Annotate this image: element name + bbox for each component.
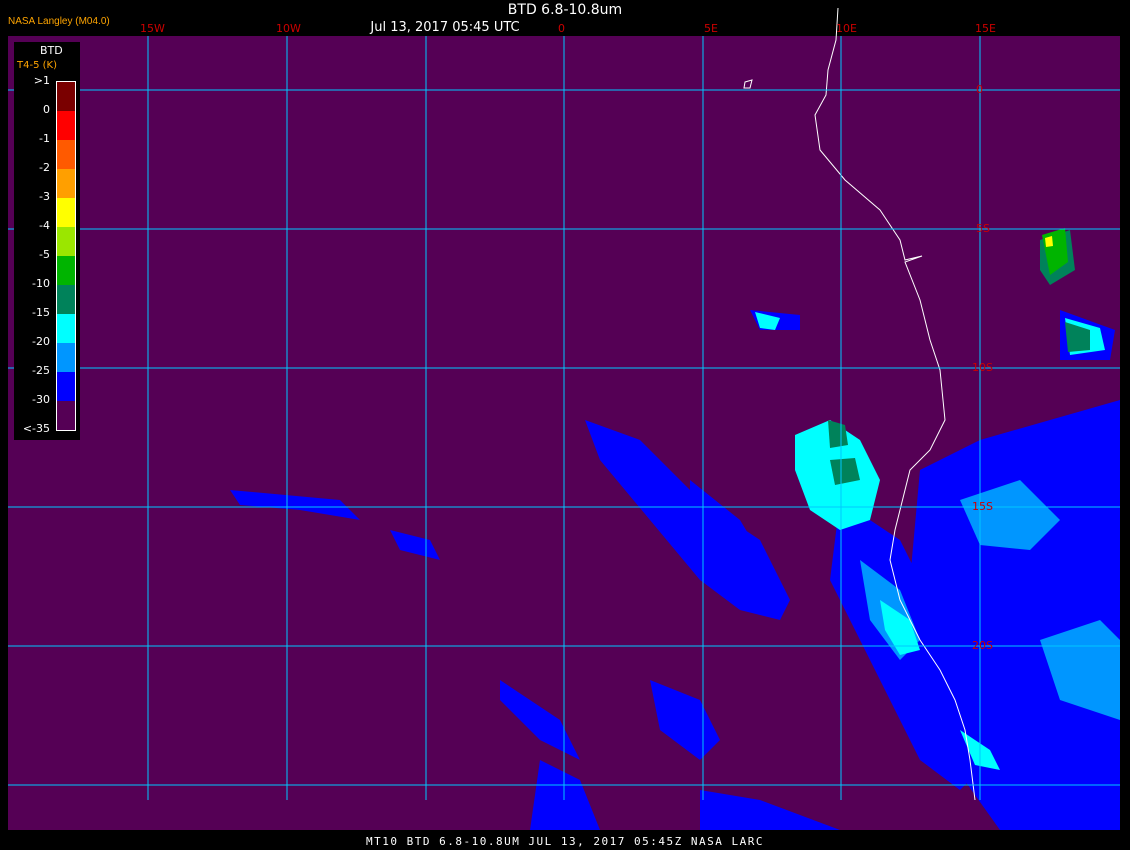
legend-swatch [57, 372, 75, 401]
legend-swatch [57, 343, 75, 372]
legend-tick-label: -30 [32, 393, 50, 406]
legend-title: BTD [40, 44, 63, 57]
legend-tick-label: <-35 [22, 422, 50, 435]
legend-swatch [57, 111, 75, 140]
legend-swatch [57, 227, 75, 256]
legend-tick-label: -10 [32, 277, 50, 290]
footer-caption: MT10 BTD 6.8-10.8UM JUL 13, 2017 05:45Z … [365, 835, 764, 848]
lat-label-20s: 20S [972, 639, 993, 652]
legend-tick-label: -3 [39, 190, 50, 203]
lon-label-10w: 10W [276, 22, 301, 35]
legend-tick-label: -1 [39, 132, 50, 145]
legend-tick-label: -15 [32, 306, 50, 319]
provider-label: NASA Langley (M04.0) [8, 16, 110, 27]
legend-swatch [57, 256, 75, 285]
legend-swatch [57, 285, 75, 314]
legend-swatch [57, 314, 75, 343]
lat-label-0: 0 [976, 83, 983, 96]
lon-label-15w: 15W [140, 22, 165, 35]
lat-label-5s: 5S [976, 222, 990, 235]
lat-label-10s: 10S [972, 361, 993, 374]
lat-label-15s: 15S [972, 500, 993, 513]
legend-tick-label: -2 [39, 161, 50, 174]
legend-swatch [57, 198, 75, 227]
legend-tick-label: >1 [33, 74, 50, 87]
legend-units: T4-5 (K) [17, 60, 57, 71]
legend-tick-label: -4 [39, 219, 50, 232]
satellite-map [0, 0, 1130, 850]
lon-label-10e: 10E [836, 22, 857, 35]
legend-swatch [57, 140, 75, 169]
legend-swatch [57, 401, 75, 430]
legend-tick-label: 0 [43, 103, 50, 116]
lon-label-5e: 5E [704, 22, 718, 35]
legend-swatch [57, 169, 75, 198]
lon-label-15e: 15E [975, 22, 996, 35]
product-title: BTD 6.8-10.8um [507, 2, 623, 18]
lon-label-0: 0 [558, 22, 565, 35]
legend-tick-label: -5 [39, 248, 50, 261]
legend-color-bar [56, 81, 76, 431]
legend-tick-label: -25 [32, 364, 50, 377]
legend-tick-label: -20 [32, 335, 50, 348]
legend-swatch [57, 82, 75, 111]
